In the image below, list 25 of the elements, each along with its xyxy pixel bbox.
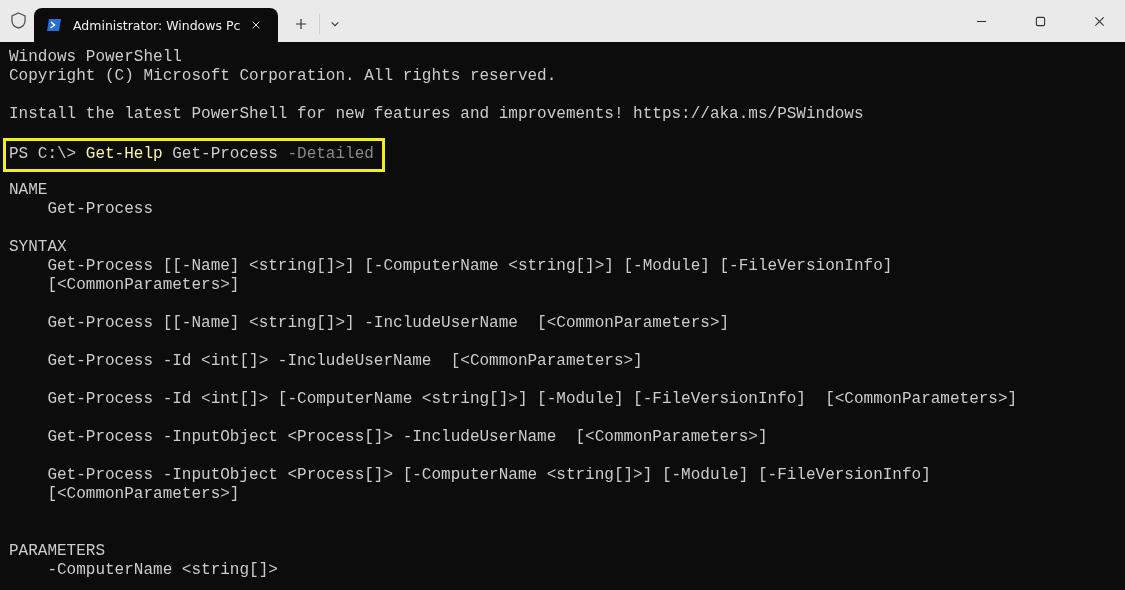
shield-icon: [11, 12, 26, 29]
output-line: Get-Process -InputObject <Process[]> [-ComputerName <string[]>] [-Module] [-FileVersionInfo]: [46, 466, 932, 485]
output-line: Get-Process -InputObject <Process[]> -IncludeUserName [<CommonParameters>]: [46, 428, 769, 447]
output-line: Get-Process: [46, 200, 155, 219]
powershell-icon: [46, 17, 62, 33]
output-line: Get-Process [[-Name] <string[]>] -IncludeUserName [<CommonParameters>]: [46, 314, 731, 333]
output-line: Copyright (C) Microsoft Corporation. All rights reserved.: [9, 67, 558, 86]
output-line: SYNTAX: [9, 238, 68, 257]
chevron-down-icon[interactable]: [330, 19, 340, 29]
close-icon[interactable]: [1094, 16, 1105, 27]
tab-title: Administrator: Windows Pc: [73, 17, 241, 33]
output-line: Get-Process -Id <int[]> [-ComputerName <string[]>] [-Module] [-FileVersionInfo] [<CommonParameters>]: [46, 390, 1019, 409]
output-line: Get-Process [[-Name] <string[]>] [-ComputerName <string[]>] [-Module] [-FileVersionInfo]: [46, 257, 894, 276]
command-line: PS C:\> Get-Help Get-Process -Detailed: [9, 145, 374, 163]
output-line: Get-Process -Id <int[]> -IncludeUserName [<CommonParameters>]: [46, 352, 644, 371]
output-line: Install the latest PowerShell for new features and improvements! https://aka.ms/PSWindows: [9, 105, 865, 124]
output-line: [<CommonParameters>]: [46, 485, 241, 504]
output-line: [<CommonParameters>]: [46, 276, 241, 295]
maximize-icon[interactable]: [1035, 16, 1046, 27]
output-line: PARAMETERS: [9, 542, 106, 561]
tab[interactable]: Administrator: Windows Pc: [34, 8, 278, 42]
plus-icon[interactable]: [295, 18, 307, 30]
output-line: Windows PowerShell: [9, 48, 183, 67]
output-line: -ComputerName <string[]>: [46, 561, 279, 580]
output-line: NAME: [9, 181, 49, 200]
